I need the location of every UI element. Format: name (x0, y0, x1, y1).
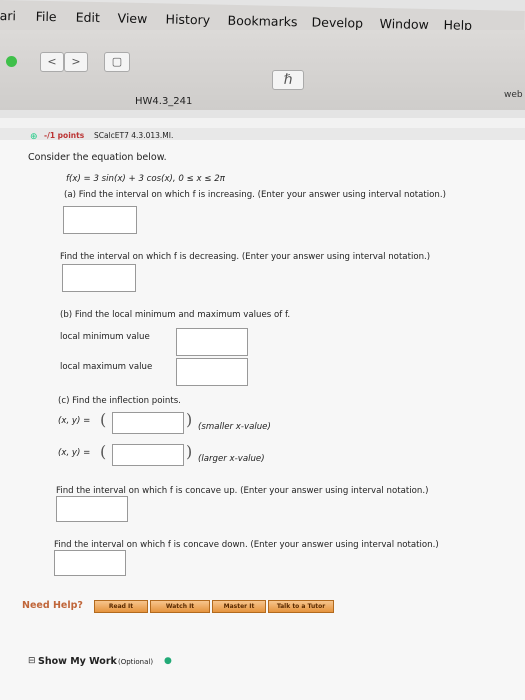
local-min-input[interactable] (176, 328, 248, 356)
larger-label: (larger x-value) (198, 454, 265, 464)
left-paren: ( (100, 410, 107, 429)
part-c-text: (c) Find the inflection points. (58, 396, 181, 406)
question-code: SCalcET7 4.3.013.MI. (94, 131, 174, 140)
concave-down-input[interactable] (54, 550, 126, 576)
menu-file[interactable]: File (36, 9, 57, 24)
browser-toolbar: < > ▢ ℏ web Yo (0, 30, 525, 130)
local-min-label: local minimum value (60, 332, 150, 342)
inflection2-input[interactable] (112, 444, 184, 466)
inflection1-input[interactable] (112, 412, 184, 434)
watch-it-button[interactable]: Watch It (150, 600, 210, 613)
concave-down-text: Find the interval on which f is concave … (54, 540, 439, 550)
part-a-text: (a) Find the interval on which f is incr… (64, 190, 446, 200)
smaller-label: (smaller x-value) (198, 422, 271, 432)
points-label: -/1 points (44, 131, 85, 140)
concave-up-input[interactable] (56, 496, 128, 522)
menu-edit[interactable]: Edit (76, 10, 101, 26)
concave-up-text: Find the interval on which f is concave … (56, 486, 429, 496)
need-help-label: Need Help? (22, 600, 83, 611)
read-it-button[interactable]: Read It (94, 600, 148, 613)
optional-label: (Optional) (118, 658, 154, 666)
collapse-icon[interactable]: ⊟ (28, 656, 36, 666)
decreasing-text: Find the interval on which f is decreasi… (60, 252, 431, 262)
tab-web[interactable]: web (504, 90, 523, 100)
forward-button[interactable]: > (64, 52, 88, 72)
window-zoom-icon[interactable] (6, 56, 17, 67)
xy1-label: (x, y) = (58, 416, 91, 426)
help-circle-icon[interactable]: ● (164, 656, 172, 666)
show-work-label[interactable]: Show My Work (38, 656, 117, 667)
sidebar-button[interactable]: ▢ (104, 52, 130, 72)
local-max-label: local maximum value (60, 362, 153, 372)
prompt-text: Consider the equation below. (28, 152, 167, 163)
tab-title[interactable]: HW4.3_241 (135, 96, 192, 107)
menu-history[interactable]: History (165, 11, 210, 27)
menu-app[interactable]: ari (0, 8, 16, 23)
increasing-input[interactable] (63, 206, 137, 234)
master-it-button[interactable]: Master It (212, 600, 266, 613)
equation-text: f(x) = 3 sin(x) + 3 cos(x), 0 ≤ x ≤ 2π (66, 174, 225, 184)
right-paren: ) (186, 442, 193, 461)
menu-bookmarks[interactable]: Bookmarks (227, 13, 297, 29)
local-max-input[interactable] (176, 358, 248, 386)
menu-view[interactable]: View (117, 10, 147, 26)
extension-icon[interactable]: ℏ (272, 70, 304, 90)
talk-to-tutor-button[interactable]: Talk to a Tutor (268, 600, 334, 613)
back-button[interactable]: < (40, 52, 64, 72)
menu-develop[interactable]: Develop (311, 15, 363, 31)
left-paren: ( (100, 442, 107, 461)
part-b-text: (b) Find the local minimum and maximum v… (60, 310, 291, 320)
right-paren: ) (186, 410, 193, 429)
xy2-label: (x, y) = (58, 448, 91, 458)
decreasing-input[interactable] (62, 264, 136, 292)
